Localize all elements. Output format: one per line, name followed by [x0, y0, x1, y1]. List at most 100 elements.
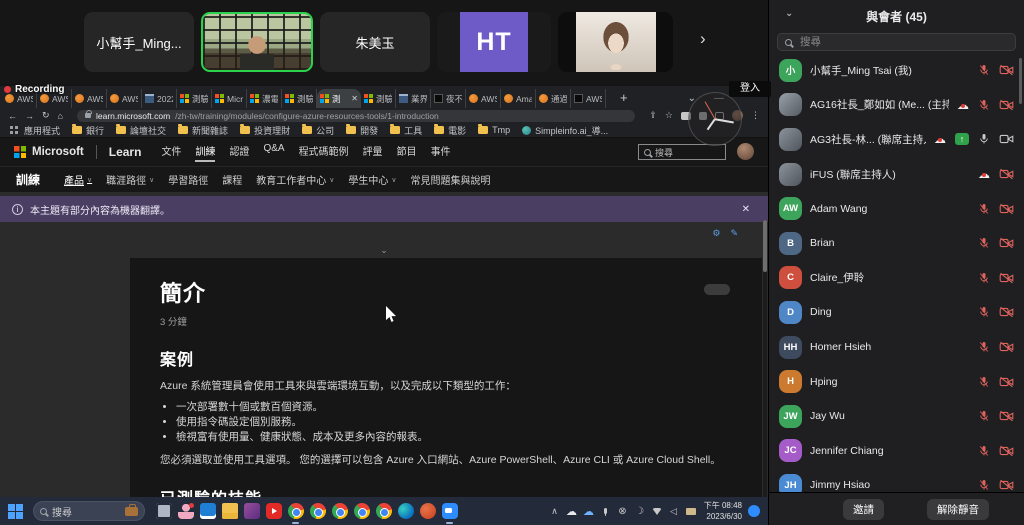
browser-tab[interactable]: 濃電	[247, 89, 282, 108]
taskbar-app-icon[interactable]	[331, 503, 348, 520]
video-tile[interactable]	[558, 12, 673, 72]
participant-row[interactable]: C Claire_伊聆	[769, 261, 1024, 296]
taskbar-app-icon[interactable]	[397, 503, 414, 520]
learn-brand[interactable]: Learn	[109, 145, 142, 159]
tray-icon[interactable]	[583, 506, 594, 517]
bookmark-item[interactable]: 論壇社交	[116, 124, 166, 137]
participant-row[interactable]: 小 小幫手_Ming Tsai (我)	[769, 53, 1024, 88]
address-bar[interactable]: learn.microsoft.com /zh-tw/training/modu…	[77, 110, 635, 122]
browser-tab[interactable]: 測 ✕	[317, 89, 361, 108]
settings-gear-icon[interactable]: ⚙	[712, 228, 720, 239]
subnav-item[interactable]: 產品 ∨	[64, 172, 92, 187]
menu-dots-icon[interactable]: ⋮	[751, 110, 760, 121]
taskbar-app-icon[interactable]	[177, 503, 194, 520]
subnav-item[interactable]: 常見問題集與說明	[411, 172, 491, 187]
scrollbar-thumb[interactable]	[763, 220, 767, 272]
share-icon[interactable]: ⇪	[649, 110, 657, 121]
participant-row[interactable]: H Hping	[769, 364, 1024, 399]
video-tile[interactable]: HT	[437, 12, 551, 72]
taskbar-clock[interactable]: 下午 08:48 2023/6/30	[704, 500, 742, 522]
video-tile[interactable]: 朱美玉	[320, 12, 430, 72]
taskbar-app-icon[interactable]	[243, 503, 260, 520]
collapse-chevron-icon[interactable]: ⌄	[374, 244, 394, 257]
tray-icon[interactable]	[651, 506, 662, 517]
tray-icon[interactable]	[549, 506, 560, 517]
feedback-icon[interactable]: ✎	[730, 228, 738, 239]
panel-chevron-icon[interactable]: ⌄	[779, 7, 799, 20]
bookmark-item[interactable]: 工具	[390, 124, 422, 137]
bookmark-star-icon[interactable]: ☆	[665, 110, 673, 121]
bookmark-item[interactable]: 公司	[302, 124, 334, 137]
invite-button[interactable]: 邀請	[843, 499, 884, 520]
bookmark-item[interactable]: 投資理財	[240, 124, 290, 137]
back-icon[interactable]: ←	[8, 111, 17, 121]
tray-icon[interactable]	[668, 506, 679, 517]
subnav-item[interactable]: 學習路徑	[168, 172, 208, 187]
participant-row[interactable]: iFUS (聯席主持人) ☁	[769, 157, 1024, 192]
participant-row[interactable]: HH Homer Hsieh	[769, 330, 1024, 365]
tray-icon[interactable]	[600, 506, 611, 517]
browser-tab[interactable]: Amaz	[501, 89, 536, 108]
home-icon[interactable]: ⌂	[58, 111, 63, 121]
browser-tab[interactable]: AWS	[72, 89, 107, 108]
video-tile[interactable]	[201, 12, 313, 72]
microsoft-logo-icon[interactable]	[14, 146, 26, 158]
participant-row[interactable]: B Brian	[769, 226, 1024, 261]
taskbar-app-icon[interactable]	[375, 503, 392, 520]
learn-nav-item[interactable]: 訓練	[195, 143, 215, 162]
participant-row[interactable]: AW Adam Wang	[769, 191, 1024, 226]
learn-nav-item[interactable]: 評量	[363, 143, 383, 162]
sign-in-button[interactable]: 登入	[729, 81, 771, 97]
subnav-item[interactable]: 課程	[222, 172, 242, 187]
learn-nav-item[interactable]: Q&A	[263, 143, 284, 162]
participant-row[interactable]: JC Jennifer Chiang	[769, 434, 1024, 469]
taskbar-app-icon[interactable]	[199, 503, 216, 520]
learn-search-box[interactable]: 搜尋	[638, 144, 726, 160]
browser-tab[interactable]: AWS	[466, 89, 501, 108]
participant-row[interactable]: D Ding	[769, 295, 1024, 330]
taskbar-app-icon[interactable]	[353, 503, 370, 520]
tray-icon[interactable]	[617, 506, 628, 517]
taskbar-app-icon[interactable]	[221, 503, 238, 520]
browser-tab[interactable]: 通過 A	[536, 89, 571, 108]
strip-next-arrow-button[interactable]: ›	[694, 28, 712, 50]
learn-nav-item[interactable]: 節目	[397, 143, 417, 162]
taskbar-app-icon[interactable]	[287, 503, 304, 520]
participant-row[interactable]: JW Jay Wu	[769, 399, 1024, 434]
subnav-item[interactable]: 職涯路徑 ∨	[106, 172, 154, 187]
bookmark-item[interactable]: Simpleinfo.ai_導...	[522, 124, 608, 137]
taskbar-app-icon[interactable]	[419, 503, 436, 520]
panel-scrollbar[interactable]	[1019, 58, 1022, 104]
browser-tab[interactable]: 測驗 A	[177, 89, 212, 108]
browser-tab[interactable]: 業界	[396, 89, 431, 108]
unmute-button[interactable]: 解除靜音	[927, 499, 989, 520]
browser-tab[interactable]: 2022	[142, 89, 177, 108]
reload-icon[interactable]: ↻	[42, 110, 50, 121]
banner-close-icon[interactable]: ✕	[736, 203, 756, 216]
page-scrollbar[interactable]	[763, 220, 767, 497]
learn-profile-avatar[interactable]	[737, 143, 754, 160]
tray-icon[interactable]	[634, 506, 645, 517]
taskbar-app-icon[interactable]	[309, 503, 326, 520]
start-button[interactable]	[8, 504, 23, 519]
participant-row[interactable]: AG3社長-林... (聯席主持人) ☁ ↑	[769, 122, 1024, 157]
learn-nav-item[interactable]: 文件	[161, 143, 181, 162]
participant-row[interactable]: JH Jimmy Hsiao	[769, 468, 1024, 492]
taskbar-app-icon[interactable]	[265, 503, 282, 520]
learn-nav-item[interactable]: 程式碼範例	[299, 143, 349, 162]
microsoft-brand[interactable]: Microsoft	[32, 146, 84, 158]
participants-search-input[interactable]	[798, 35, 1008, 49]
tray-icon[interactable]	[566, 506, 577, 517]
browser-tab[interactable]: 夜不	[431, 89, 466, 108]
forward-icon[interactable]: →	[25, 111, 34, 121]
subnav-item[interactable]: 學生中心 ∨	[348, 172, 396, 187]
bookmark-item[interactable]: 銀行	[72, 124, 104, 137]
browser-tab[interactable]: AWS	[107, 89, 142, 108]
browser-tab[interactable]: 測驗 A	[361, 89, 396, 108]
browser-tab[interactable]: 測驗 A	[282, 89, 317, 108]
tray-icon[interactable]	[685, 506, 696, 517]
notification-badge[interactable]	[748, 505, 760, 517]
participants-search[interactable]	[777, 33, 1016, 51]
taskbar-search[interactable]: 搜尋	[33, 501, 145, 521]
card-toggle-pill[interactable]	[704, 284, 730, 295]
